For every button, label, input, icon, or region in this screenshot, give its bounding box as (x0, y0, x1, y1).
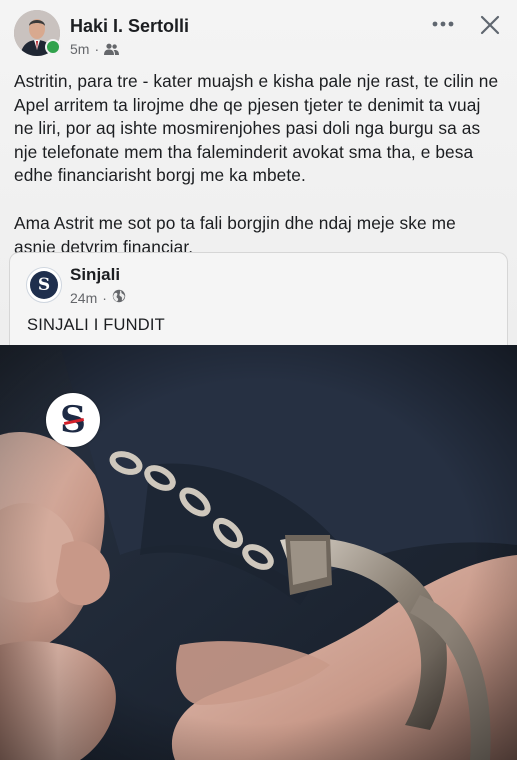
author-name[interactable]: Haki I. Sertolli (70, 16, 189, 37)
close-icon (480, 15, 500, 35)
shared-post-time[interactable]: 24m (70, 290, 97, 306)
post-meta: 5m · (70, 41, 120, 57)
shared-avatar-letter: S (30, 271, 58, 299)
meta-separator: · (94, 41, 100, 57)
sinjali-watermark-logo: S (46, 393, 100, 447)
shared-page-name[interactable]: Sinjali (70, 265, 120, 285)
globe-icon[interactable] (112, 289, 126, 306)
shared-post-photo[interactable]: S (0, 345, 517, 760)
post-header: Haki I. Sertolli 5m · (14, 10, 503, 64)
more-options-button[interactable] (429, 12, 457, 36)
shared-post-meta: 24m · (70, 289, 126, 306)
more-dots-icon (432, 21, 454, 27)
friends-icon[interactable] (104, 43, 120, 55)
shared-page-avatar[interactable]: S (26, 267, 62, 303)
close-button[interactable] (477, 12, 503, 38)
post-paragraph-1: Astritin, para tre - kater muajsh e kish… (14, 71, 499, 186)
online-status-dot (45, 39, 61, 55)
facebook-post-screen: Haki I. Sertolli 5m · Astritin, para tre… (0, 0, 517, 760)
meta-separator: · (102, 289, 107, 306)
shared-post-card[interactable]: S Sinjali 24m · SINJALI I FUNDIT (9, 252, 508, 353)
post-time[interactable]: 5m (70, 41, 89, 57)
author-avatar[interactable] (14, 10, 61, 56)
shared-post-text: SINJALI I FUNDIT (27, 316, 165, 334)
